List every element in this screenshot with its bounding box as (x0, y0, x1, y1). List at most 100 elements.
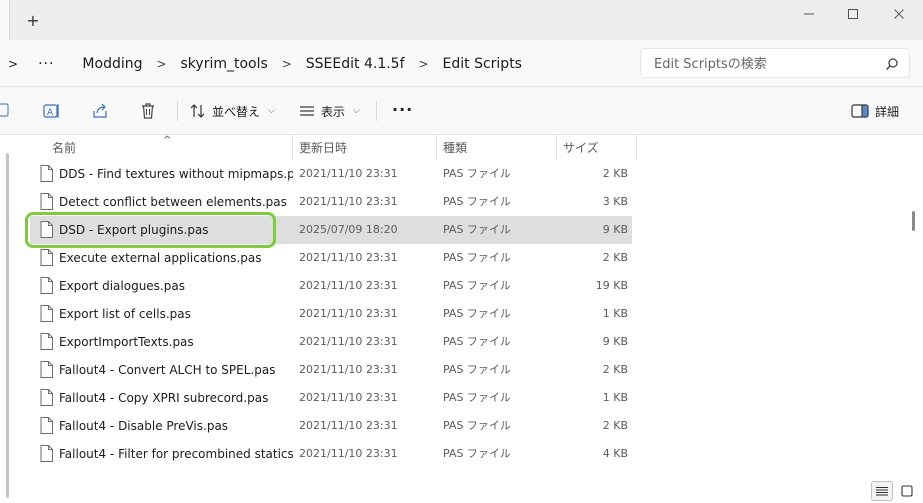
column-divider[interactable] (292, 135, 293, 160)
file-row[interactable]: Export dialogues.pas 2021/11/10 23:31 PAS … (30, 272, 632, 300)
file-name: Export list of cells.pas (59, 307, 191, 321)
file-type: PAS ファイル (443, 307, 511, 320)
sort-ascending-icon: ^ (163, 135, 172, 146)
sort-button[interactable]: 並べ替え ⌵ (190, 100, 275, 122)
breadcrumb-item-skyrim-tools[interactable]: skyrim_tools (181, 56, 268, 72)
file-type: PAS ファイル (443, 167, 511, 180)
file-date: 2021/11/10 23:31 (299, 307, 398, 320)
column-divider[interactable] (636, 135, 637, 160)
file-name: DDS - Find textures without mipmaps.pas (59, 167, 293, 181)
breadcrumb: > ··· Modding > skyrim_tools > SSEEdit 4… (8, 40, 522, 87)
chevron-right-icon[interactable]: > (417, 57, 431, 71)
chevron-right-icon[interactable]: > (280, 57, 294, 71)
file-icon (40, 305, 53, 322)
chevron-right-icon[interactable]: > (8, 57, 18, 71)
column-header-name[interactable]: 名前 (52, 135, 76, 160)
navigation-pane-scrollbar[interactable] (6, 153, 9, 498)
command-bar: A 並べ替え ⌵ 表示 ⌵ ··· 詳細 (0, 88, 923, 135)
file-type: PAS ファイル (443, 391, 511, 404)
file-icon (40, 445, 53, 462)
maximize-button[interactable] (841, 4, 865, 24)
file-row[interactable]: Fallout4 - Convert ALCH to SPEL.pas 2021/… (30, 356, 632, 384)
file-type: PAS ファイル (443, 363, 511, 376)
sort-icon (190, 104, 205, 118)
breadcrumb-overflow[interactable]: ··· (38, 56, 54, 72)
view-label: 表示 (321, 104, 346, 119)
file-row[interactable]: ExportImportTexts.pas 2021/11/10 23:31 PAS… (30, 328, 632, 356)
file-icon (40, 193, 53, 210)
file-date: 2021/11/10 23:31 (299, 419, 398, 432)
tab[interactable] (0, 0, 10, 40)
column-header-size[interactable]: サイズ (563, 135, 599, 160)
file-date: 2021/11/10 23:31 (299, 195, 398, 208)
share-icon[interactable] (91, 102, 109, 120)
breadcrumb-item-modding[interactable]: Modding (82, 56, 142, 72)
file-date: 2021/11/10 23:31 (299, 335, 398, 348)
file-name: Fallout4 - Copy XPRI subrecord.pas (59, 391, 269, 405)
file-size: 19 KB (595, 279, 628, 292)
file-size: 9 KB (602, 223, 628, 236)
maximize-icon (848, 9, 858, 19)
vertical-scrollbar-thumb[interactable] (912, 211, 915, 231)
file-name: Export dialogues.pas (59, 279, 185, 293)
file-row[interactable]: Fallout4 - Disable PreVis.pas 2021/11/10 … (30, 412, 632, 440)
chevron-right-icon[interactable]: > (155, 57, 169, 71)
details-view-button[interactable] (871, 481, 893, 501)
column-header-type[interactable]: 種類 (443, 135, 467, 160)
file-type: PAS ファイル (443, 447, 511, 460)
svg-text:A: A (47, 108, 54, 118)
search-box[interactable] (640, 48, 910, 78)
file-type: PAS ファイル (443, 419, 511, 432)
file-row[interactable]: Fallout4 - Copy XPRI subrecord.pas 2021/1… (30, 384, 632, 412)
sort-label: 並べ替え (212, 104, 261, 119)
file-row[interactable]: Fallout4 - Filter for precombined static… (30, 440, 632, 468)
file-size: 2 KB (602, 419, 628, 432)
address-bar: > ··· Modding > skyrim_tools > SSEEdit 4… (0, 40, 923, 87)
breadcrumb-item-sseedit[interactable]: SSEEdit 4.1.5f (306, 56, 405, 72)
file-row[interactable]: Execute external applications.pas 2021/11… (30, 244, 632, 272)
column-divider[interactable] (556, 135, 557, 160)
file-icon (40, 249, 53, 266)
file-icon (40, 361, 53, 378)
view-button[interactable]: 表示 ⌵ (299, 100, 360, 122)
tiles-view-icon (901, 485, 913, 497)
large-icons-view-button[interactable] (897, 481, 917, 501)
chevron-down-icon: ⌵ (268, 106, 275, 116)
file-type: PAS ファイル (443, 195, 511, 208)
file-row[interactable]: Export list of cells.pas 2021/11/10 23:31… (30, 300, 632, 328)
file-type: PAS ファイル (443, 223, 511, 236)
file-name: Fallout4 - Filter for precombined static… (59, 447, 293, 461)
file-size: 1 KB (602, 391, 628, 404)
file-type: PAS ファイル (443, 279, 511, 292)
toolbar-divider (376, 101, 377, 121)
details-pane-button[interactable]: 詳細 (851, 100, 899, 122)
column-divider[interactable] (436, 135, 437, 160)
rename-icon[interactable]: A (43, 102, 61, 120)
search-input[interactable] (654, 54, 874, 74)
column-header-date[interactable]: 更新日時 (299, 135, 347, 160)
more-options-button[interactable]: ··· (392, 102, 413, 118)
file-size: 2 KB (602, 167, 628, 180)
details-pane-icon (851, 104, 869, 118)
new-tab-button[interactable]: + (24, 12, 42, 30)
file-date: 2021/11/10 23:31 (299, 391, 398, 404)
file-icon (40, 165, 53, 182)
copy-icon[interactable] (0, 102, 12, 120)
file-date: 2021/11/10 23:31 (299, 167, 398, 180)
file-row[interactable]: DDS - Find textures without mipmaps.pas 2… (30, 160, 632, 188)
file-icon (40, 389, 53, 406)
file-date: 2021/11/10 23:31 (299, 363, 398, 376)
breadcrumb-item-edit-scripts[interactable]: Edit Scripts (443, 56, 522, 72)
minimize-icon (804, 13, 814, 15)
file-name: Execute external applications.pas (59, 251, 262, 265)
delete-icon[interactable] (139, 102, 157, 120)
file-date: 2025/07/09 18:20 (299, 223, 398, 236)
file-size: 2 KB (602, 251, 628, 264)
file-size: 9 KB (602, 335, 628, 348)
search-icon[interactable] (885, 57, 899, 71)
close-button[interactable] (887, 4, 911, 24)
file-type: PAS ファイル (443, 251, 511, 264)
minimize-button[interactable] (797, 4, 821, 24)
close-icon (894, 9, 904, 19)
toolbar-divider (177, 101, 178, 121)
